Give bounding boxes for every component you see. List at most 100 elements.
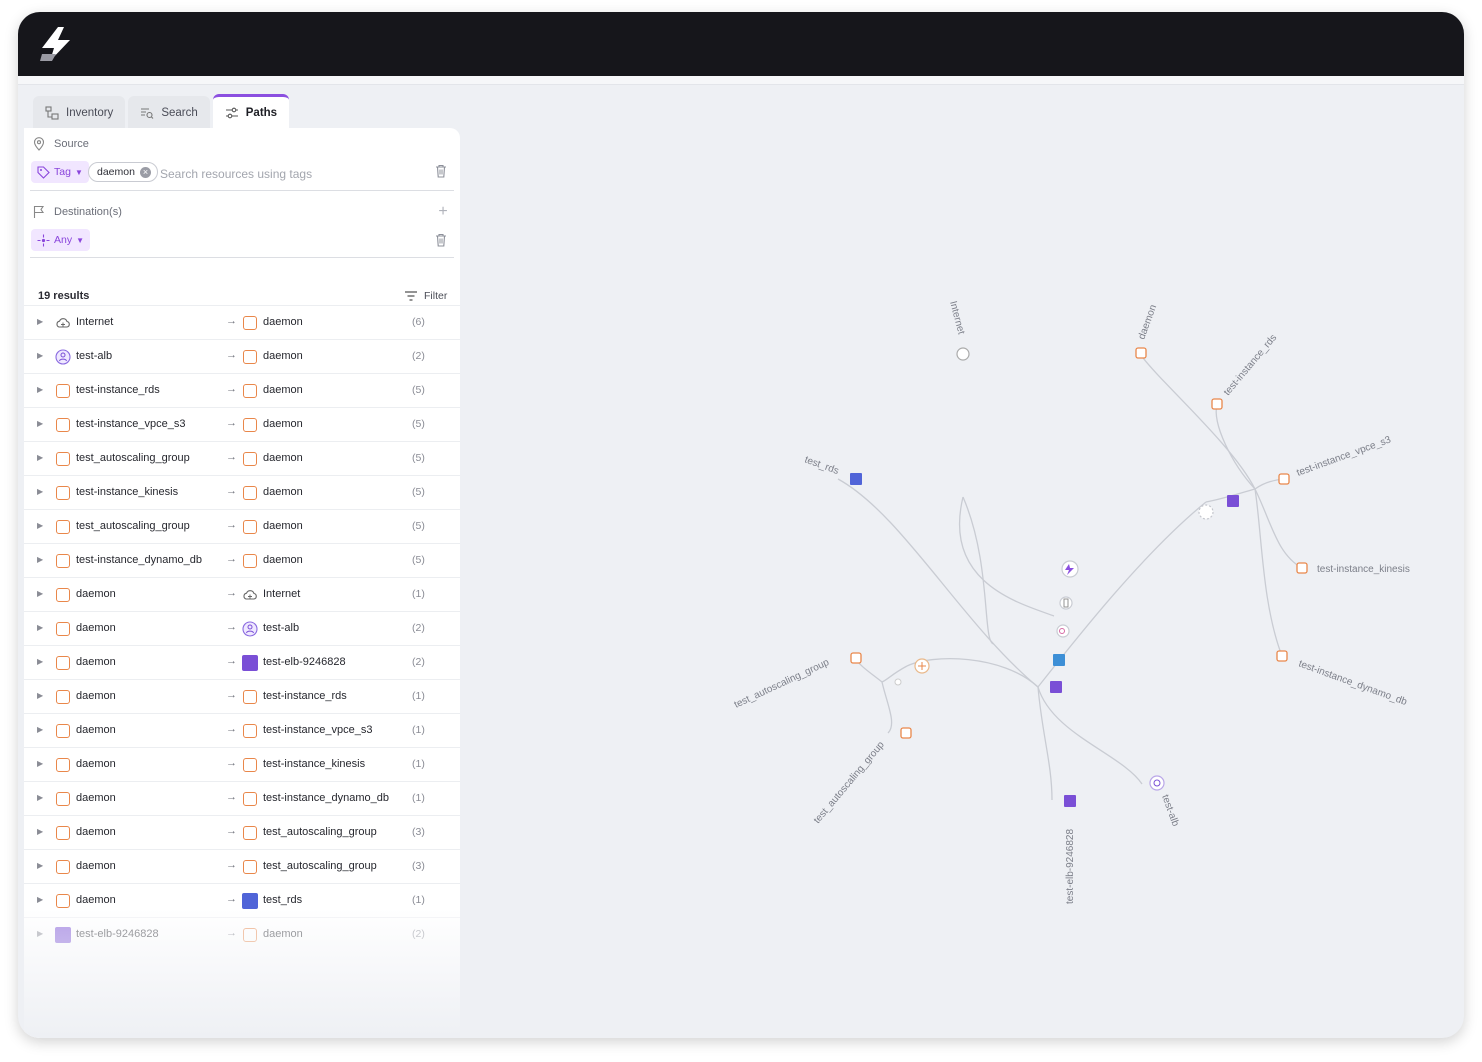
expand-chevron-icon[interactable]: ▶	[37, 317, 43, 326]
instance-icon	[55, 689, 71, 705]
source-filter-chip[interactable]: Tag ▼	[31, 161, 89, 183]
graph-node-test-alb[interactable]: test-alb	[1149, 775, 1181, 828]
row-source: test-instance_vpce_s3	[76, 418, 186, 430]
row-count: (2)	[412, 656, 425, 668]
table-row[interactable]: ▶ daemon → test-instance_dynamo_db (1)	[24, 781, 460, 815]
graph-node-test-autoscaling-group-a[interactable]: test_autoscaling_group	[733, 652, 862, 711]
svg-text:test-instance_vpce_s3: test-instance_vpce_s3	[1295, 434, 1393, 479]
expand-chevron-icon[interactable]: ▶	[37, 725, 43, 734]
table-row[interactable]: ▶ daemon → test-alb (2)	[24, 611, 460, 645]
paths-panel: Source Tag ▼ daemon × Destination(s) + A…	[24, 128, 460, 1038]
table-row[interactable]: ▶ test_autoscaling_group → daemon (5)	[24, 441, 460, 475]
graph-node-hub-elb[interactable]	[1227, 495, 1239, 507]
expand-chevron-icon[interactable]: ▶	[37, 657, 43, 666]
expand-chevron-icon[interactable]: ▶	[37, 929, 43, 938]
row-source: daemon	[76, 792, 116, 804]
app-logo[interactable]	[38, 26, 76, 62]
table-row[interactable]: ▶ test_autoscaling_group → daemon (5)	[24, 509, 460, 543]
cloud-icon	[242, 587, 258, 603]
tag-pill[interactable]: daemon ×	[88, 162, 158, 182]
arrow-right-icon: →	[226, 893, 237, 905]
arrow-right-icon: →	[226, 587, 237, 599]
expand-chevron-icon[interactable]: ▶	[37, 487, 43, 496]
trash-icon[interactable]	[433, 233, 449, 249]
graph-node-test-autoscaling-group-b[interactable]: test_autoscaling_group	[812, 727, 912, 826]
graph-node-test-instance-kinesis[interactable]: test-instance_kinesis	[1296, 562, 1410, 575]
table-row[interactable]: ▶ test-instance_kinesis → daemon (5)	[24, 475, 460, 509]
expand-chevron-icon[interactable]: ▶	[37, 351, 43, 360]
svg-text:test_autoscaling_group: test_autoscaling_group	[733, 657, 832, 711]
search-icon	[141, 108, 154, 119]
expand-chevron-icon[interactable]: ▶	[37, 861, 43, 870]
expand-chevron-icon[interactable]: ▶	[37, 623, 43, 632]
filter-icon	[405, 291, 417, 301]
arrow-right-icon: →	[226, 825, 237, 837]
table-row[interactable]: ▶ test-instance_rds → daemon (5)	[24, 373, 460, 407]
table-row[interactable]: ▶ test-instance_dynamo_db → daemon (5)	[24, 543, 460, 577]
row-source: test-instance_rds	[76, 384, 160, 396]
destination-filter-chip[interactable]: Any ▼	[31, 229, 91, 251]
trash-icon[interactable]	[433, 164, 449, 180]
instance-icon	[55, 825, 71, 841]
tab-search[interactable]: Search	[128, 96, 210, 128]
row-count: (6)	[412, 316, 425, 328]
instance-icon	[242, 927, 258, 943]
graph-node-test-rds[interactable]: test_rds	[803, 454, 862, 485]
remove-tag-icon[interactable]: ×	[139, 166, 151, 178]
graph-node-asg-join[interactable]	[914, 658, 930, 674]
expand-chevron-icon[interactable]: ▶	[37, 555, 43, 564]
expand-chevron-icon[interactable]: ▶	[37, 691, 43, 700]
arrow-right-icon: →	[226, 791, 237, 803]
source-search-input[interactable]	[158, 164, 422, 184]
graph-node-peer[interactable]	[1056, 624, 1070, 638]
table-row[interactable]: ▶ daemon → test-instance_kinesis (1)	[24, 747, 460, 781]
row-count: (1)	[412, 724, 425, 736]
tab-inventory[interactable]: Inventory	[33, 96, 126, 128]
graph-node-test-elb[interactable]: test-elb-9246828	[1064, 795, 1076, 904]
graph-node-internet[interactable]: Internet	[947, 300, 970, 361]
graph-node-route[interactable]	[1059, 596, 1073, 610]
row-destination: daemon	[263, 554, 303, 566]
expand-chevron-icon[interactable]: ▶	[37, 453, 43, 462]
tab-paths[interactable]: Paths	[212, 94, 290, 128]
expand-chevron-icon[interactable]: ▶	[37, 521, 43, 530]
table-row[interactable]: ▶ daemon → test-instance_vpce_s3 (1)	[24, 713, 460, 747]
graph-node-daemon[interactable]: daemon	[1135, 303, 1159, 359]
rds-icon	[242, 893, 258, 909]
svg-text:test-elb-9246828: test-elb-9246828	[1065, 829, 1076, 904]
table-row[interactable]: ▶ daemon → test_autoscaling_group (3)	[24, 849, 460, 883]
add-destination-icon[interactable]: +	[435, 204, 451, 220]
graph-node-test-instance-vpce-s3[interactable]: test-instance_vpce_s3	[1278, 434, 1393, 485]
svg-text:Internet: Internet	[947, 300, 966, 336]
expand-chevron-icon[interactable]: ▶	[37, 385, 43, 394]
table-row[interactable]: ▶ daemon → test-instance_rds (1)	[24, 679, 460, 713]
table-row[interactable]: ▶ test-alb → daemon (2)	[24, 339, 460, 373]
expand-chevron-icon[interactable]: ▶	[37, 759, 43, 768]
expand-chevron-icon[interactable]: ▶	[37, 589, 43, 598]
graph-node-test-instance-dynamo-db[interactable]: test-instance_dynamo_db	[1276, 650, 1409, 708]
table-row[interactable]: ▶ test-instance_vpce_s3 → daemon (5)	[24, 407, 460, 441]
table-row[interactable]: ▶ daemon → test_autoscaling_group (3)	[24, 815, 460, 849]
graph-node-gateway[interactable]	[1061, 560, 1079, 578]
graph-node-test-instance-rds[interactable]: test-instance_rds	[1211, 333, 1279, 410]
paths-icon	[225, 107, 238, 118]
expand-chevron-icon[interactable]: ▶	[37, 827, 43, 836]
graph-node-subnet[interactable]	[1053, 654, 1065, 666]
arrow-right-icon: →	[226, 757, 237, 769]
table-row[interactable]: ▶ Internet → daemon (6)	[24, 305, 460, 339]
path-graph[interactable]: Internet daemon test-instance_rds test-i…	[462, 84, 1464, 1038]
row-source: daemon	[76, 622, 116, 634]
source-section-label: Source	[32, 137, 89, 151]
expand-chevron-icon[interactable]: ▶	[37, 895, 43, 904]
tab-inventory-label: Inventory	[66, 107, 114, 119]
expand-chevron-icon[interactable]: ▶	[37, 419, 43, 428]
table-row[interactable]: ▶ daemon → test-elb-9246828 (2)	[24, 645, 460, 679]
table-row[interactable]: ▶ daemon → Internet (1)	[24, 577, 460, 611]
expand-chevron-icon[interactable]: ▶	[37, 793, 43, 802]
instance-icon	[242, 689, 258, 705]
filter-button[interactable]: Filter	[404, 290, 447, 302]
graph-node-center-elb[interactable]	[1050, 681, 1062, 693]
table-row[interactable]: ▶ daemon → test_rds (1)	[24, 883, 460, 917]
table-row[interactable]: ▶ test-elb-9246828 → daemon (2)	[24, 917, 460, 951]
row-count: (3)	[412, 860, 425, 872]
